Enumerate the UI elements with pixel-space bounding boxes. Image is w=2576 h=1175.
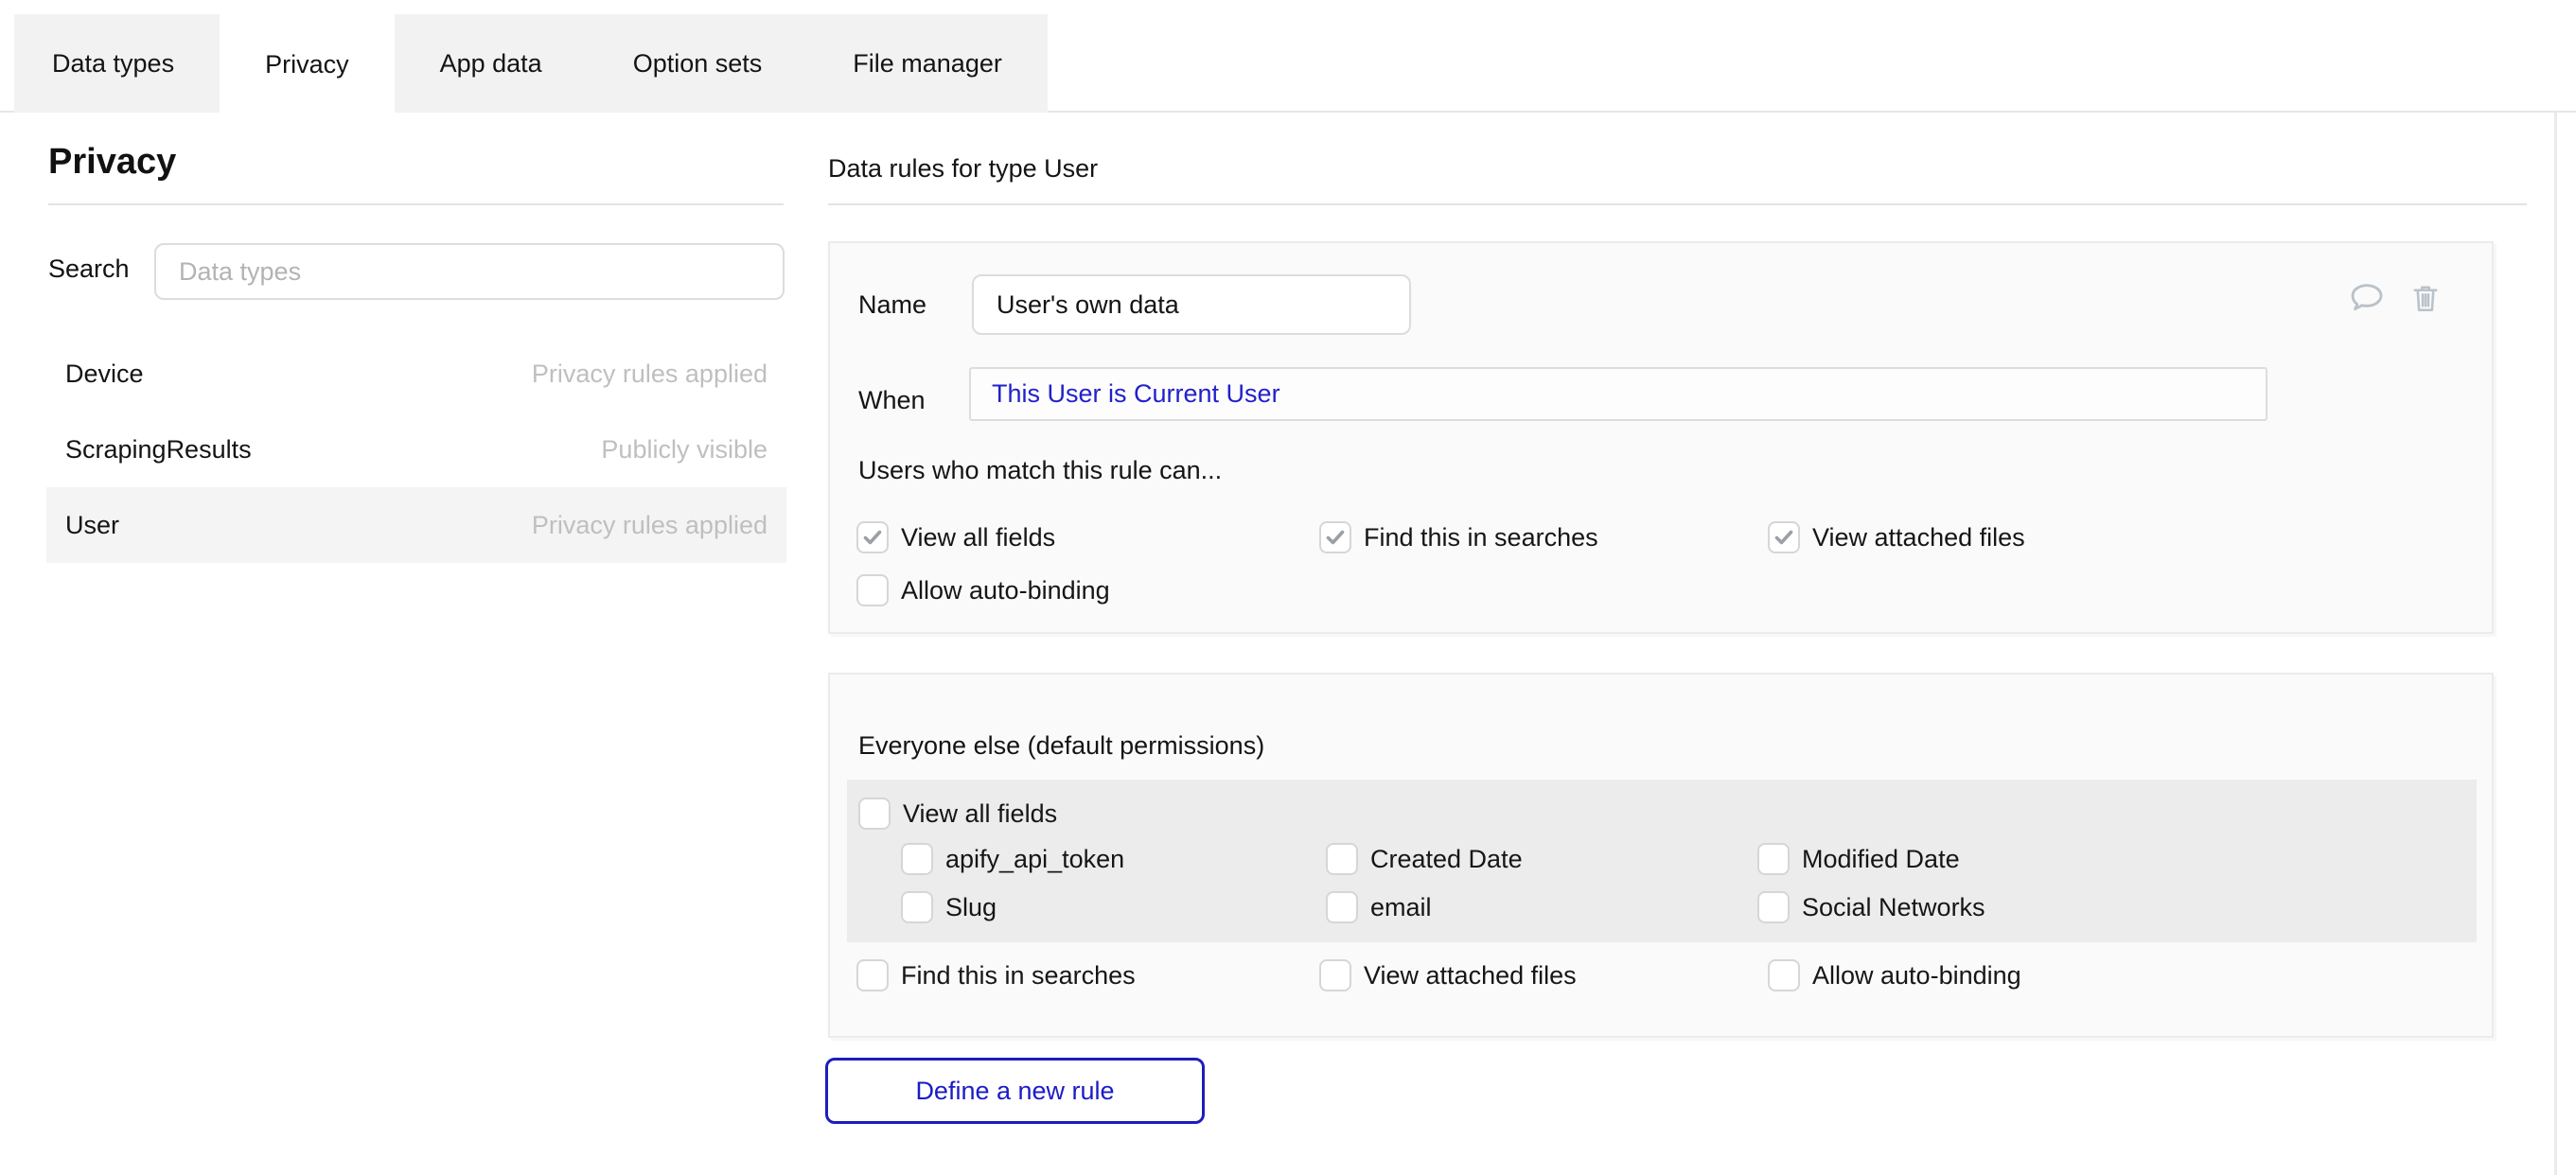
data-rules-heading: Data rules for type User xyxy=(828,154,1098,184)
checkbox-box[interactable] xyxy=(1768,521,1800,553)
checkbox-box[interactable] xyxy=(858,798,891,830)
rule-actions xyxy=(2346,277,2446,319)
data-type-name: User xyxy=(65,511,119,540)
checkbox-label: email xyxy=(1370,893,1432,922)
tab-bar: Data types Privacy App data Option sets … xyxy=(14,14,1048,113)
checkbox-view-attached-files-default[interactable]: View attached files xyxy=(1319,958,1577,992)
data-type-name: Device xyxy=(65,360,144,389)
default-card-title: Everyone else (default permissions) xyxy=(858,731,1264,761)
main-divider xyxy=(828,203,2527,205)
check-icon xyxy=(861,526,884,549)
checkbox-box[interactable] xyxy=(1757,843,1790,875)
when-condition-box[interactable]: This User is Current User xyxy=(969,367,2267,421)
checkbox-box[interactable] xyxy=(1326,843,1358,875)
define-new-rule-button[interactable]: Define a new rule xyxy=(825,1058,1205,1124)
page-title: Privacy xyxy=(48,142,176,183)
checkbox-allow-auto-binding-default[interactable]: Allow auto-binding xyxy=(1768,958,2021,992)
checkbox-label: Slug xyxy=(945,893,997,922)
checkbox-label: View attached files xyxy=(1812,523,2025,552)
checkbox-box[interactable] xyxy=(1319,521,1351,553)
checkbox-label: Allow auto-binding xyxy=(901,576,1110,605)
privacy-status: Publicly visible xyxy=(601,435,768,465)
checkbox-box[interactable] xyxy=(1326,891,1358,923)
name-label: Name xyxy=(858,290,926,320)
checkbox-view-attached-files[interactable]: View attached files xyxy=(1768,520,2025,554)
tab-label: Option sets xyxy=(633,49,763,79)
checkbox-box[interactable] xyxy=(1768,959,1800,991)
checkbox-field-apify-api-token[interactable]: apify_api_token xyxy=(901,842,1124,876)
checkbox-label: Find this in searches xyxy=(901,961,1136,991)
tab-label: File manager xyxy=(853,49,1002,79)
right-panel-edge xyxy=(2554,113,2557,1175)
check-icon xyxy=(1324,526,1347,549)
checkbox-box[interactable] xyxy=(1757,891,1790,923)
checkbox-label: apify_api_token xyxy=(945,845,1124,874)
search-input[interactable] xyxy=(154,243,785,300)
checkbox-box[interactable] xyxy=(856,521,889,553)
checkbox-box[interactable] xyxy=(856,574,889,606)
data-type-row-device[interactable]: Device Privacy rules applied xyxy=(46,336,786,412)
checkbox-find-in-searches-default[interactable]: Find this in searches xyxy=(856,958,1136,992)
rule-name-input[interactable] xyxy=(972,274,1411,335)
privacy-rule-card: Name When This User is Current User User… xyxy=(828,241,2494,634)
checkbox-label: Modified Date xyxy=(1802,845,1960,874)
tab-data-types[interactable]: Data types xyxy=(14,14,220,113)
tab-option-sets[interactable]: Option sets xyxy=(588,14,808,113)
search-label: Search xyxy=(48,254,130,284)
checkbox-box[interactable] xyxy=(1319,959,1351,991)
tab-app-data[interactable]: App data xyxy=(395,14,588,113)
checkbox-label: Find this in searches xyxy=(1364,523,1598,552)
tab-privacy[interactable]: Privacy xyxy=(220,14,395,114)
checkbox-allow-auto-binding[interactable]: Allow auto-binding xyxy=(856,573,1110,607)
rule-subtitle: Users who match this rule can... xyxy=(858,456,1222,485)
checkbox-box[interactable] xyxy=(856,959,889,991)
checkbox-label: View attached files xyxy=(1364,961,1577,991)
data-type-name: ScrapingResults xyxy=(65,435,252,465)
tab-file-manager[interactable]: File manager xyxy=(807,14,1048,113)
checkbox-box[interactable] xyxy=(901,843,933,875)
fields-band: View all fields apify_api_token Created … xyxy=(847,780,2477,942)
checkbox-find-in-searches[interactable]: Find this in searches xyxy=(1319,520,1598,554)
when-label: When xyxy=(858,386,926,415)
checkbox-label: Created Date xyxy=(1370,845,1523,874)
checkbox-view-all-fields-default[interactable]: View all fields xyxy=(858,797,1057,831)
default-permissions-card: Everyone else (default permissions) View… xyxy=(828,673,2494,1038)
checkbox-field-created-date[interactable]: Created Date xyxy=(1326,842,1523,876)
data-type-row-user[interactable]: User Privacy rules applied xyxy=(46,487,786,563)
tab-label: App data xyxy=(440,49,542,79)
checkbox-field-modified-date[interactable]: Modified Date xyxy=(1757,842,1960,876)
checkbox-label: View all fields xyxy=(901,523,1055,552)
checkbox-field-social-networks[interactable]: Social Networks xyxy=(1757,890,1985,924)
privacy-status: Privacy rules applied xyxy=(532,511,768,540)
checkbox-label: Allow auto-binding xyxy=(1812,961,2021,991)
privacy-settings-page: Data types Privacy App data Option sets … xyxy=(0,0,2576,1175)
privacy-status: Privacy rules applied xyxy=(532,360,768,389)
checkbox-label: View all fields xyxy=(903,799,1057,829)
checkbox-field-slug[interactable]: Slug xyxy=(901,890,997,924)
tab-label: Privacy xyxy=(265,50,349,79)
check-icon xyxy=(1773,526,1795,549)
checkbox-view-all-fields[interactable]: View all fields xyxy=(856,520,1055,554)
comment-icon[interactable] xyxy=(2346,277,2388,319)
checkbox-field-email[interactable]: email xyxy=(1326,890,1432,924)
sidebar-divider xyxy=(48,203,784,205)
trash-icon[interactable] xyxy=(2405,277,2446,319)
data-type-row-scrapingresults[interactable]: ScrapingResults Publicly visible xyxy=(46,412,786,487)
checkbox-box[interactable] xyxy=(901,891,933,923)
tab-label: Data types xyxy=(52,49,174,79)
when-condition-text: This User is Current User xyxy=(992,379,1280,409)
checkbox-label: Social Networks xyxy=(1802,893,1985,922)
